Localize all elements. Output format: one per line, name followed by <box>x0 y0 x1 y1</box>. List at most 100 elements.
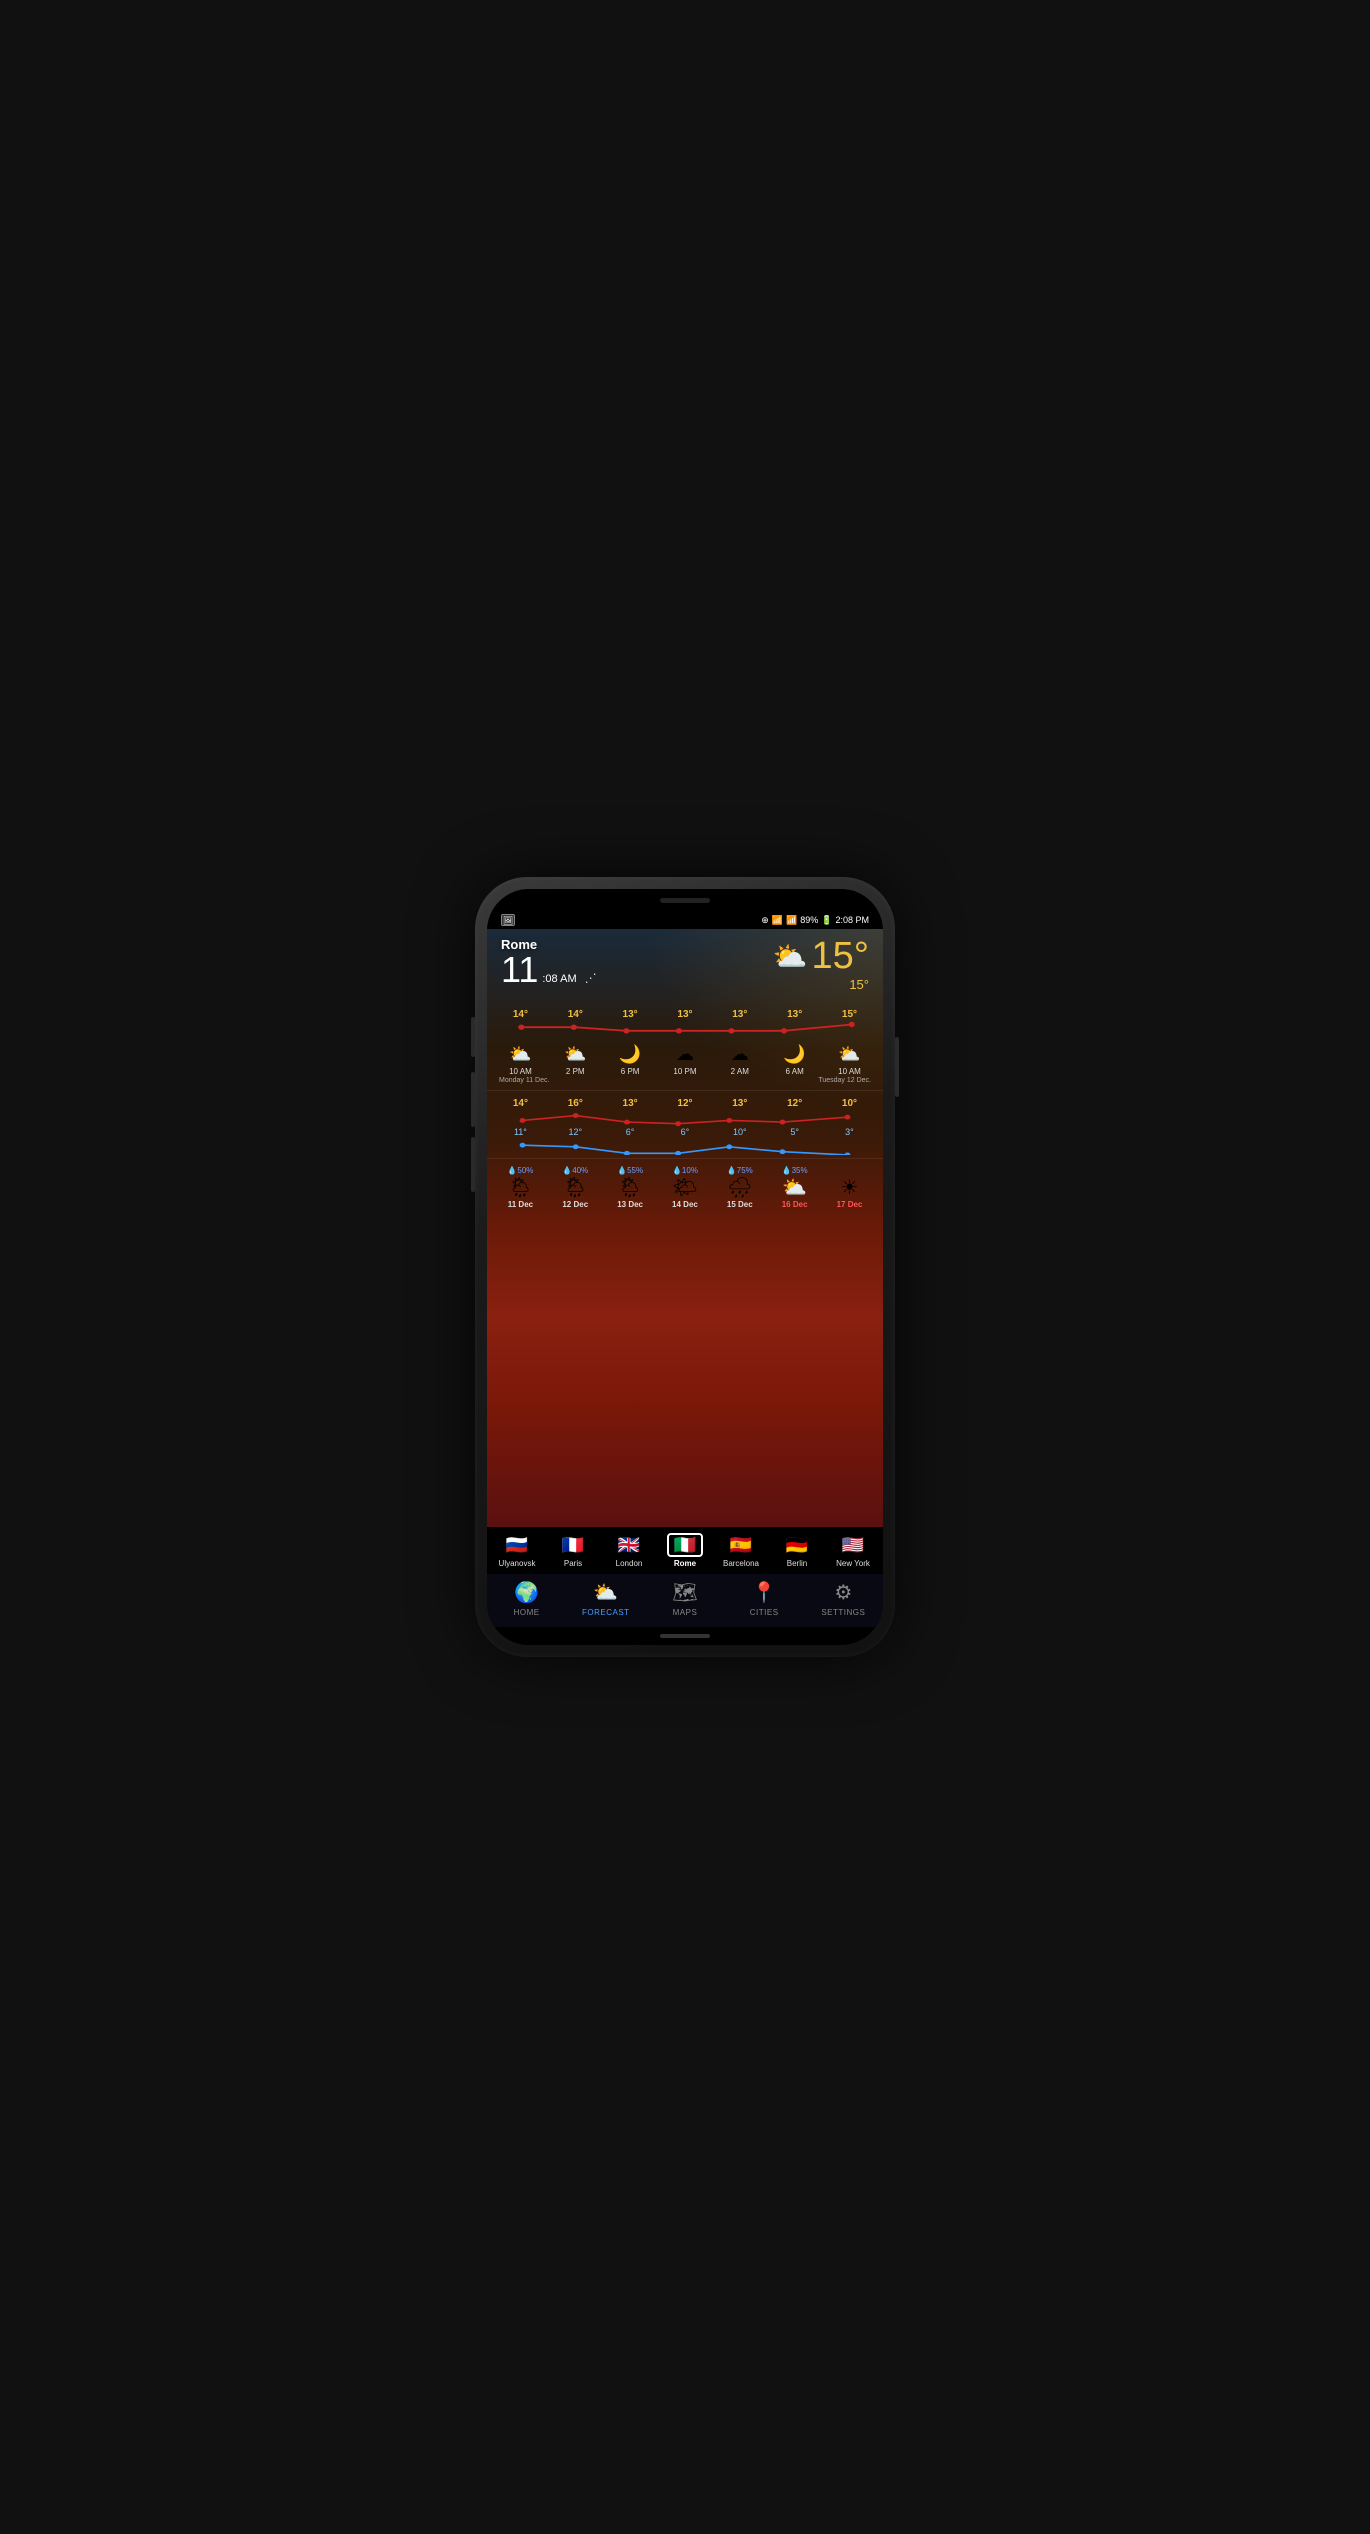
photo-icon: 🖼 <box>501 914 515 926</box>
rain-item-5: 💧75% 🌧 15 Dec <box>719 1166 761 1209</box>
phone-device: 🖼 ⊕ 📶 📶 89% 🔋 2:08 PM Rome <box>475 877 895 1657</box>
city-name-rome: Rome <box>674 1559 696 1568</box>
rain-icon-4: 🌤 <box>672 1175 697 1200</box>
city-pill-rome[interactable]: 🇮🇹 Rome <box>659 1533 711 1568</box>
dhigh-4: 12° <box>664 1098 706 1109</box>
nav-home-label: HOME <box>514 1608 540 1617</box>
nav-home[interactable]: 🌍 HOME <box>497 1580 557 1617</box>
rain-pct-4: 💧10% <box>672 1166 698 1175</box>
home-indicator <box>660 1634 710 1638</box>
city-name-ulyanovsk: Ulyanovsk <box>499 1559 536 1568</box>
nav-settings[interactable]: ⚙ SETTINGS <box>813 1580 873 1617</box>
hour-icon-2: ⛅ <box>564 1044 586 1065</box>
city-pill-berlin[interactable]: 🇩🇪 Berlin <box>771 1533 823 1568</box>
rain-item-4: 💧10% 🌤 14 Dec <box>664 1166 706 1209</box>
signal-icon: 📶 <box>786 915 797 926</box>
divider-1 <box>487 1090 883 1091</box>
city-pill-london[interactable]: 🇬🇧 London <box>603 1533 655 1568</box>
power-button[interactable] <box>895 1037 899 1097</box>
bottom-nav: 🌍 HOME ⛅ FORECAST 🗺 MAPS 📍 CITIES ⚙ <box>487 1574 883 1627</box>
hour-time-2: 2 PM <box>566 1067 585 1076</box>
status-icons: ⊕ 📶 📶 89% 🔋 2:08 PM <box>761 915 869 926</box>
nav-forecast[interactable]: ⛅ FORECAST <box>576 1580 636 1617</box>
status-bar: 🖼 ⊕ 📶 📶 89% 🔋 2:08 PM <box>487 911 883 929</box>
city-name-paris: Paris <box>564 1559 582 1568</box>
city-pill-barcelona[interactable]: 🇪🇸 Barcelona <box>715 1533 767 1568</box>
rain-pct-3: 💧55% <box>617 1166 643 1175</box>
rain-pct-5: 💧75% <box>727 1166 753 1175</box>
top-notch <box>487 889 883 911</box>
city-pill-ulyanovsk[interactable]: 🇷🇺 Ulyanovsk <box>491 1533 543 1568</box>
city-name-london: London <box>616 1559 643 1568</box>
maps-icon: 🗺 <box>672 1580 697 1605</box>
dhigh-2: 16° <box>554 1098 596 1109</box>
dhigh-5: 13° <box>719 1098 761 1109</box>
time-hours: 11 <box>501 952 538 988</box>
status-time: 2:08 PM <box>835 915 869 925</box>
current-temp: 15° <box>812 937 869 975</box>
status-left: 🖼 <box>501 914 515 926</box>
day-labels-row: Monday 11 Dec. Tuesday 12 Dec. <box>487 1076 883 1087</box>
rain-date-7: 17 Dec <box>837 1200 863 1209</box>
rain-pct-1: 💧50% <box>507 1166 533 1175</box>
dlow-2: 12° <box>554 1127 596 1137</box>
temp-curve-svg <box>493 1020 877 1038</box>
bottom-bar <box>487 1627 883 1645</box>
temp-h2: 14° <box>557 1009 593 1020</box>
temp-h4: 13° <box>667 1009 703 1020</box>
city-flag-berlin: 🇩🇪 <box>779 1533 815 1557</box>
hour-icon-1: ⛅ <box>509 1044 531 1065</box>
daily-high-row: 14° 16° 13° 12° 13° 12° 10° <box>493 1098 877 1109</box>
rain-date-6: 16 Dec <box>782 1200 808 1209</box>
rain-icon-6: ⛅ <box>782 1175 807 1200</box>
temp-h1: 14° <box>502 1009 538 1020</box>
rain-date-5: 15 Dec <box>727 1200 753 1209</box>
rain-icon-3: 🌦 <box>617 1175 642 1200</box>
dlow-7: 3° <box>828 1127 870 1137</box>
divider-2 <box>487 1158 883 1159</box>
sub-temp: 15° <box>849 977 869 992</box>
hour-item-3: 🌙 6 PM <box>609 1044 651 1076</box>
rain-pct-2: 💧40% <box>562 1166 588 1175</box>
dlow-3: 6° <box>609 1127 651 1137</box>
temp-h3: 13° <box>612 1009 648 1020</box>
dhigh-1: 14° <box>499 1098 541 1109</box>
dlow-5: 10° <box>719 1127 761 1137</box>
daily-low-row: 11° 12° 6° 6° 10° 5° 3° <box>493 1127 877 1137</box>
city-pill-paris[interactable]: 🇫🇷 Paris <box>547 1533 599 1568</box>
current-weather-icon: ⛅ <box>773 940 808 973</box>
settings-icon: ⚙ <box>834 1580 852 1605</box>
volume-up-button[interactable] <box>471 1017 475 1057</box>
dlow-6: 5° <box>774 1127 816 1137</box>
city-name-newyork: New York <box>836 1559 870 1568</box>
city-flag-ulyanovsk: 🇷🇺 <box>499 1533 535 1557</box>
nav-maps[interactable]: 🗺 MAPS <box>655 1580 715 1617</box>
rain-date-3: 13 Dec <box>617 1200 643 1209</box>
city-name-berlin: Berlin <box>787 1559 807 1568</box>
rain-date-1: 11 Dec <box>508 1200 533 1209</box>
rain-date-4: 14 Dec <box>672 1200 698 1209</box>
rain-item-6: 💧35% ⛅ 16 Dec <box>774 1166 816 1209</box>
nav-settings-label: SETTINGS <box>821 1608 865 1617</box>
rain-forecast-row: 💧50% 🌦 11 Dec 💧40% 🌦 12 Dec 💧55% 🌦 13 De… <box>487 1162 883 1213</box>
daily-low-curve <box>493 1137 877 1155</box>
time-row: 11 :08 AM ⋰ <box>501 952 597 988</box>
hour-time-6: 6 AM <box>786 1067 804 1076</box>
dhigh-3: 13° <box>609 1098 651 1109</box>
hour-item-2: ⛅ 2 PM <box>554 1044 596 1076</box>
dlow-4: 6° <box>664 1127 706 1137</box>
hour-time-7: 10 AM <box>838 1067 861 1076</box>
nav-cities[interactable]: 📍 CITIES <box>734 1580 794 1617</box>
hour-item-6: 🌙 6 AM <box>774 1044 816 1076</box>
camera-button[interactable] <box>471 1137 475 1192</box>
hour-icon-6: 🌙 <box>783 1044 805 1065</box>
city-flag-newyork: 🇺🇸 <box>835 1533 871 1557</box>
rain-icon-5: 🌧 <box>727 1175 752 1200</box>
dhigh-6: 12° <box>774 1098 816 1109</box>
volume-down-button[interactable] <box>471 1072 475 1127</box>
weather-main: Rome 11 :08 AM ⋰ ⛅ <box>487 929 883 1527</box>
temp-h6: 13° <box>777 1009 813 1020</box>
daily-high-curve <box>493 1109 877 1127</box>
city-pill-newyork[interactable]: 🇺🇸 New York <box>827 1533 879 1568</box>
share-icon[interactable]: ⋰ <box>585 971 597 985</box>
